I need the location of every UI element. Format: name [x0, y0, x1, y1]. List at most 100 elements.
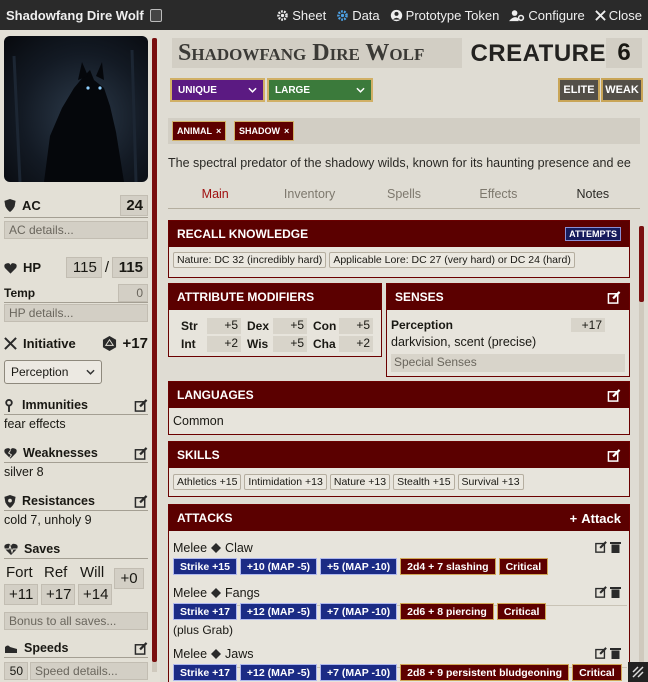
edit-weaknesses-icon[interactable] — [134, 446, 148, 460]
close-button[interactable]: Close — [595, 8, 642, 23]
edit-icon[interactable] — [595, 541, 607, 553]
skill-chip[interactable]: Nature +13 — [329, 474, 391, 490]
edit-icon[interactable] — [595, 647, 607, 659]
map1-button[interactable]: +12 (MAP -5) — [239, 664, 318, 681]
creature-level[interactable]: 6 — [606, 38, 642, 68]
edit-immunities-icon[interactable] — [134, 398, 148, 412]
languages-title: LANGUAGES — [177, 388, 254, 402]
creature-type-label: CREATURE — [470, 40, 606, 67]
languages-value: Common — [173, 414, 224, 428]
skill-chip[interactable]: Athletics +15 — [173, 474, 242, 490]
attribute-value[interactable]: +5 — [339, 318, 373, 334]
speed-value[interactable]: 50 — [4, 662, 28, 680]
save-will-value[interactable]: +14 — [78, 584, 112, 605]
immunities-value: fear effects — [4, 417, 66, 431]
skill-chip[interactable]: Survival +13 — [457, 474, 524, 490]
map1-button[interactable]: +10 (MAP -5) — [239, 558, 318, 575]
trait-label: ANIMAL — [177, 126, 212, 136]
critical-button[interactable]: Critical — [572, 664, 622, 681]
speed-details-input[interactable]: Speed details... — [30, 662, 148, 680]
save-bonus-box[interactable]: +0 — [114, 568, 144, 589]
size-select[interactable]: LARGE — [267, 78, 373, 102]
hp-details-input[interactable]: HP details... — [4, 304, 148, 322]
save-ref-value[interactable]: +17 — [41, 584, 75, 605]
traits-bar[interactable]: ANIMAL × SHADOW × — [168, 118, 640, 144]
map2-button[interactable]: +7 (MAP -10) — [320, 603, 398, 620]
resize-handle[interactable] — [628, 662, 648, 682]
attribute-value[interactable]: +5 — [207, 318, 241, 334]
map2-button[interactable]: +5 (MAP -10) — [320, 558, 398, 575]
tab-effects[interactable]: Effects — [451, 180, 545, 208]
sidebar-scroll-thumb[interactable] — [152, 38, 157, 662]
data-button[interactable]: Data — [336, 8, 380, 23]
trash-icon[interactable] — [610, 647, 621, 659]
creature-description[interactable]: The spectral predator of the shadowy wil… — [168, 156, 646, 170]
trait-remove-icon[interactable]: × — [216, 126, 221, 136]
skill-chip[interactable]: Intimidation +13 — [244, 474, 327, 490]
add-attack-button[interactable]: + Attack — [570, 511, 621, 526]
window-titlebar[interactable]: Shadowfang Dire Wolf Sheet Data Prototyp… — [0, 0, 648, 30]
strike-button[interactable]: Strike +17 — [173, 664, 237, 681]
rarity-select[interactable]: UNIQUE — [170, 78, 265, 102]
attribute-value[interactable]: +2 — [207, 336, 241, 352]
strike-button[interactable]: Strike +15 — [173, 558, 237, 575]
edit-senses-button[interactable] — [607, 290, 621, 304]
damage-button[interactable]: 2d6 + 8 piercing — [400, 603, 494, 620]
initiative-select[interactable]: Perception — [4, 360, 102, 384]
weak-button[interactable]: WEAK — [601, 78, 643, 102]
map1-button[interactable]: +12 (MAP -5) — [239, 603, 318, 620]
trash-icon[interactable] — [610, 586, 621, 598]
window-token-icon[interactable] — [149, 8, 162, 22]
ac-row: AC 24 — [4, 195, 148, 216]
critical-button[interactable]: Critical — [498, 558, 549, 575]
strike-button[interactable]: Strike +17 — [173, 603, 237, 620]
main-scrollbar[interactable] — [639, 226, 644, 681]
map2-button[interactable]: +7 (MAP -10) — [320, 664, 398, 681]
hp-value[interactable]: 115 — [65, 257, 102, 278]
special-senses-input[interactable]: Special Senses — [391, 354, 625, 372]
tab-inventory[interactable]: Inventory — [262, 180, 356, 208]
attribute-value[interactable]: +5 — [273, 318, 307, 334]
attribute-value[interactable]: +2 — [339, 336, 373, 352]
save-fort-value[interactable]: +11 — [4, 584, 38, 605]
edit-resistances-icon[interactable] — [134, 494, 148, 508]
save-bonus-input[interactable]: Bonus to all saves... — [4, 612, 148, 630]
creature-portrait[interactable] — [4, 36, 148, 182]
d20-icon[interactable] — [102, 336, 117, 351]
save-fort-label: Fort — [6, 564, 33, 581]
edit-icon — [607, 388, 621, 402]
configure-button[interactable]: Configure — [509, 8, 585, 23]
edit-speeds-icon[interactable] — [134, 641, 148, 655]
elite-button[interactable]: ELITE — [558, 78, 600, 102]
divider — [4, 414, 148, 415]
damage-button[interactable]: 2d8 + 9 persistent bludgeoning — [400, 664, 570, 681]
sidebar-scrollbar[interactable] — [152, 38, 157, 672]
edit-icon[interactable] — [595, 586, 607, 598]
hp-max[interactable]: 115 — [112, 257, 148, 278]
attribute-value[interactable]: +5 — [273, 336, 307, 352]
trash-icon[interactable] — [610, 541, 621, 553]
prototype-token-button[interactable]: Prototype Token — [390, 8, 499, 23]
trait-tag[interactable]: ANIMAL × — [172, 121, 227, 141]
temp-value[interactable]: 0 — [118, 284, 148, 302]
broken-heart-icon — [4, 448, 17, 459]
weaknesses-label: Weaknesses — [23, 446, 98, 460]
creature-name[interactable]: Shadowfang Dire Wolf — [172, 38, 462, 68]
trait-tag[interactable]: SHADOW × — [234, 121, 295, 141]
edit-languages-button[interactable] — [607, 388, 621, 402]
sheet-button[interactable]: Sheet — [276, 8, 326, 23]
tab-notes[interactable]: Notes — [546, 180, 640, 208]
perception-value[interactable]: +17 — [571, 318, 605, 332]
ac-details-input[interactable]: AC details... — [4, 221, 148, 239]
tab-spells[interactable]: Spells — [357, 180, 451, 208]
edit-skills-button[interactable] — [607, 448, 621, 462]
skill-chip[interactable]: Stealth +15 — [393, 474, 455, 490]
trait-remove-icon[interactable]: × — [284, 126, 289, 136]
attempts-button[interactable]: ATTEMPTS — [565, 227, 621, 241]
tab-main[interactable]: Main — [168, 180, 262, 208]
critical-button[interactable]: Critical — [496, 603, 547, 620]
ac-value[interactable]: 24 — [120, 195, 148, 216]
damage-button[interactable]: 2d4 + 7 slashing — [400, 558, 496, 575]
main-scroll-thumb[interactable] — [639, 226, 644, 302]
attribute-modifiers-header: ATTRIBUTE MODIFIERS — [169, 284, 381, 310]
